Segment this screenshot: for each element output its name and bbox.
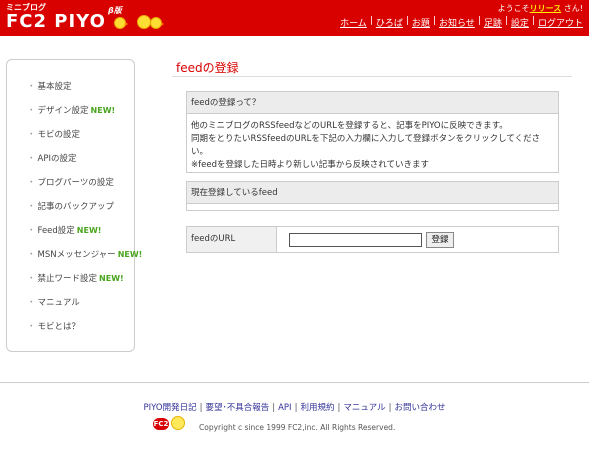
register-button[interactable]: 登録	[426, 232, 454, 248]
nav-news[interactable]: お知らせ	[439, 16, 475, 29]
nav-topic[interactable]: お題	[412, 16, 430, 29]
footer-links: PIYO開発日記 | 要望･不具合報告 | API | 利用規約 | マニュアル | お問い合わせ	[0, 401, 589, 413]
bullet: ・	[27, 274, 36, 284]
nav-plaza[interactable]: ひろば	[376, 16, 403, 29]
nav-separator: |	[405, 16, 409, 26]
sidebar-item-backup[interactable]: ・記事のバックアップ	[27, 200, 114, 212]
nav-separator: |	[369, 16, 373, 26]
fc2-logo-icon: FC2	[153, 418, 169, 430]
welcome-message: ようこそリリース さん!	[498, 3, 583, 14]
new-badge: NEW!	[117, 250, 143, 259]
footer-link-manual[interactable]: マニュアル	[343, 403, 385, 413]
feed-url-input-cell: 登録	[277, 227, 558, 252]
footer-link-terms[interactable]: 利用規約	[300, 403, 334, 413]
site-header: ミニブログ FC2 PIYO β版 ようこそリリース さん! ホーム | ひろば…	[0, 0, 589, 36]
chick-icon	[137, 15, 153, 29]
feed-url-label: feedのURL	[187, 227, 277, 252]
panel-heading: feedの登録って？	[187, 92, 558, 114]
nav-home[interactable]: ホーム	[340, 16, 367, 29]
feed-url-form: feedのURL 登録	[186, 226, 559, 253]
sidebar-item-label[interactable]: MSNメッセンジャー	[38, 250, 116, 260]
footer-separator: |	[337, 403, 341, 413]
username-link[interactable]: リリース	[530, 4, 562, 13]
footer-link-dev-diary[interactable]: PIYO開発日記	[144, 403, 197, 413]
sidebar-item-label[interactable]: APIの設定	[38, 154, 77, 164]
sidebar-item-msn-messenger[interactable]: ・ MSNメッセンジャー NEW!	[27, 248, 142, 260]
footer-link-contact[interactable]: お問い合わせ	[394, 403, 445, 413]
footer-link-feedback[interactable]: 要望･不具合報告	[205, 403, 269, 413]
feed-url-input[interactable]	[289, 233, 422, 247]
sidebar-item-label[interactable]: モビとは？	[38, 322, 81, 332]
sidebar-item-design-settings[interactable]: ・デザイン設定 NEW!	[27, 104, 115, 116]
bullet: ・	[27, 130, 36, 140]
description-line: ※feedを登録した日時より新しい記事から反映されていきます	[191, 160, 430, 170]
title-divider	[172, 76, 572, 77]
new-badge: NEW!	[99, 274, 124, 283]
beta-badge: β版	[108, 6, 122, 15]
bullet: ・	[27, 298, 36, 308]
footer-separator: |	[199, 403, 203, 413]
bullet: ・	[27, 154, 36, 164]
description-line: 同期をとりたいRSSfeedのURLを下記の入力欄に入力して登録ボタンをクリック…	[191, 134, 541, 157]
settings-sidebar: ・基本設定 ・デザイン設定 NEW! ・モビの設定 ・ APIの設定 ・ブログパーツ…	[6, 59, 142, 352]
nav-separator: |	[531, 16, 535, 26]
feed-about-panel: feedの登録って？ 他のミニブログのRSSfeedなどのURLを登録すると、記…	[186, 91, 559, 173]
copyright-text: Copyright c since 1999 FC2,inc. All Righ…	[199, 423, 396, 432]
registered-feeds-panel: 現在登録しているfeed	[186, 181, 559, 211]
bullet: ・	[27, 178, 36, 188]
bullet: ・	[27, 226, 36, 236]
welcome-suffix: さん!	[563, 4, 583, 13]
sidebar-item-about-mobi[interactable]: ・モビとは？	[27, 320, 80, 332]
nav-separator: |	[477, 16, 481, 26]
panel-body: 他のミニブログのRSSfeedなどのURLを登録すると、記事をPIYOに反映でき…	[187, 114, 558, 172]
sidebar-item-banned-words[interactable]: ・禁止ワード設定 NEW!	[27, 272, 124, 284]
nav-footprints[interactable]: 足跡	[484, 16, 502, 29]
footer-separator: |	[272, 403, 276, 413]
top-navigation: ホーム | ひろば | お題 | お知らせ | 足跡 | 設定 | ログアウト	[340, 16, 583, 29]
sidebar-item-label[interactable]: 記事のバックアップ	[38, 202, 115, 212]
bullet: ・	[27, 106, 36, 116]
footer-separator: |	[294, 403, 298, 413]
sidebar-item-mobi-settings[interactable]: ・モビの設定	[27, 128, 80, 140]
site-logo[interactable]: FC2 PIYO	[6, 12, 106, 32]
page-title: feedの登録	[176, 61, 239, 75]
footer-link-api[interactable]: API	[278, 403, 291, 413]
sidebar-item-label[interactable]: マニュアル	[38, 298, 80, 308]
sidebar-item-label[interactable]: モビの設定	[38, 130, 81, 140]
bullet: ・	[27, 322, 36, 332]
sidebar-item-basic-settings[interactable]: ・基本設定	[27, 80, 72, 92]
sidebar-item-feed-settings[interactable]: ・ Feed設定 NEW!	[27, 224, 101, 236]
sidebar-item-api-settings[interactable]: ・ APIの設定	[27, 152, 76, 164]
chick-icon	[171, 416, 185, 430]
welcome-prefix: ようこそ	[497, 4, 530, 13]
new-badge: NEW!	[90, 106, 116, 115]
sidebar-item-label[interactable]: 基本設定	[38, 82, 72, 92]
footer-separator: |	[388, 403, 392, 413]
nav-separator: |	[504, 16, 508, 26]
sidebar-item-label[interactable]: デザイン設定	[38, 106, 89, 116]
bullet: ・	[27, 202, 36, 212]
chick-icon	[114, 17, 128, 29]
new-badge: NEW!	[76, 226, 102, 235]
sidebar-item-label[interactable]: Feed設定	[38, 226, 75, 236]
footer-divider	[0, 382, 589, 383]
panel-heading: 現在登録しているfeed	[187, 182, 558, 204]
nav-separator: |	[432, 16, 436, 26]
bullet: ・	[27, 82, 36, 92]
chick-icon	[150, 17, 164, 29]
sidebar-item-label[interactable]: 禁止ワード設定	[38, 274, 98, 284]
description-line: 他のミニブログのRSSfeedなどのURLを登録すると、記事をPIYOに反映でき…	[191, 121, 508, 131]
nav-logout[interactable]: ログアウト	[538, 16, 583, 29]
sidebar-item-blogparts-settings[interactable]: ・ブログパーツの設定	[27, 176, 114, 188]
bullet: ・	[27, 250, 36, 260]
nav-settings[interactable]: 設定	[511, 16, 529, 29]
sidebar-item-manual[interactable]: ・マニュアル	[27, 296, 80, 308]
sidebar-item-label[interactable]: ブログパーツの設定	[38, 178, 114, 188]
